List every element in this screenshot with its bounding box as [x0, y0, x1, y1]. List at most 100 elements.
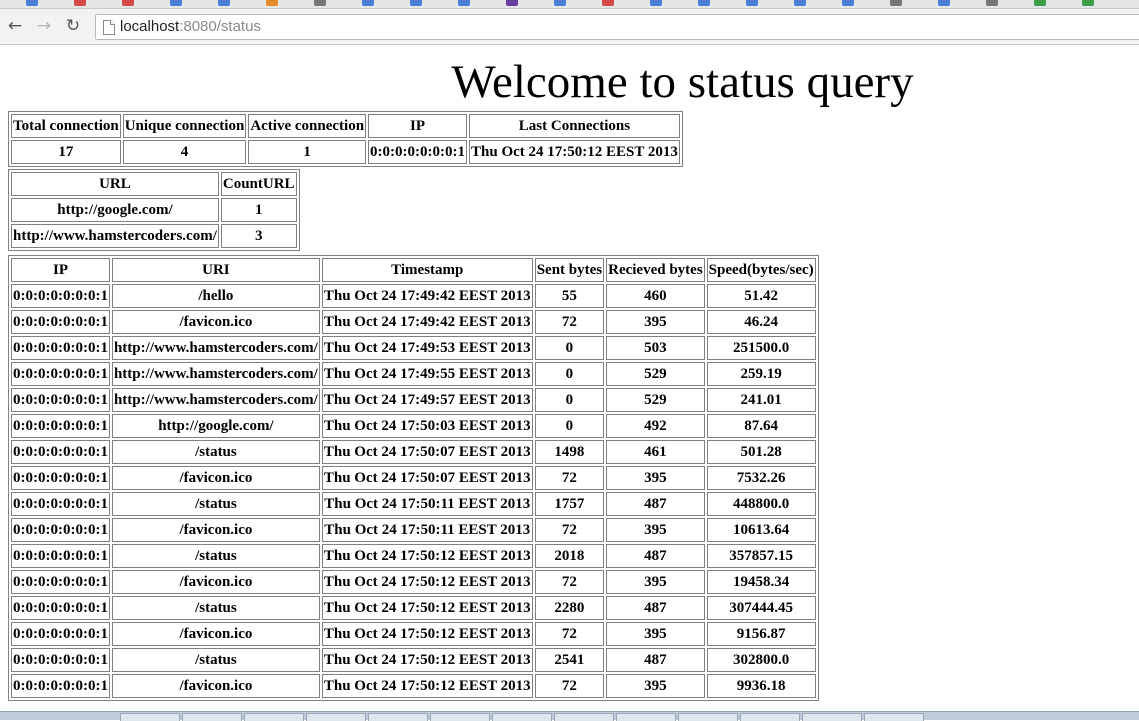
- table-cell: 1: [220, 198, 297, 222]
- bookmark-favicon-icon[interactable]: [506, 0, 518, 6]
- taskbar-button[interactable]: [740, 713, 800, 721]
- url-host: localhost: [120, 18, 180, 35]
- table-row: 0:0:0:0:0:0:0:1/favicon.ico Thu Oct 24 17…: [11, 310, 816, 334]
- url-count-table: URL CountURL http://google.com/1 http://ww…: [8, 169, 300, 251]
- taskbar-button[interactable]: [678, 713, 738, 721]
- url-path: :8080/status: [179, 18, 261, 35]
- table-row: 0:0:0:0:0:0:0:1 http://www.hamstercoders.…: [11, 336, 816, 360]
- taskbar-button[interactable]: [554, 713, 614, 721]
- table-cell: 0:0:0:0:0:0:0:1: [11, 414, 110, 438]
- table-cell: 487: [606, 492, 705, 516]
- bookmark-favicon-icon[interactable]: [1082, 0, 1094, 6]
- taskbar-button[interactable]: [306, 713, 366, 721]
- bookmarks-bar: [0, 0, 1139, 9]
- taskbar-button[interactable]: [802, 713, 862, 721]
- forward-arrow-icon[interactable]: →: [33, 15, 55, 37]
- taskbar-button[interactable]: [864, 713, 924, 721]
- bookmark-favicon-icon[interactable]: [698, 0, 710, 6]
- bookmark-favicon-icon[interactable]: [410, 0, 422, 6]
- table-cell: Thu Oct 24 17:49:42 EEST 2013: [321, 310, 533, 334]
- taskbar-button[interactable]: [182, 713, 242, 721]
- bookmark-favicon-icon[interactable]: [122, 0, 134, 6]
- bookmark-favicon-icon[interactable]: [938, 0, 950, 6]
- table-row: 0:0:0:0:0:0:0:1/favicon.ico Thu Oct 24 17…: [11, 622, 816, 646]
- table-cell: 501.28: [706, 440, 816, 464]
- taskbar-button[interactable]: [616, 713, 676, 721]
- table-cell: 0: [534, 336, 605, 360]
- table-cell: 529: [606, 362, 705, 386]
- table-cell: 357857.15: [706, 544, 816, 568]
- table-cell: 461: [606, 440, 705, 464]
- taskbar-button[interactable]: [120, 713, 180, 721]
- table-row: 0:0:0:0:0:0:0:1/favicon.ico Thu Oct 24 17…: [11, 570, 816, 594]
- address-bar[interactable]: localhost:8080/status: [95, 14, 1139, 40]
- bookmark-favicon-icon[interactable]: [746, 0, 758, 6]
- taskbar-button[interactable]: [430, 713, 490, 721]
- table-cell: 10613.64: [706, 518, 816, 542]
- bookmark-favicon-icon[interactable]: [602, 0, 614, 6]
- table-cell: /status: [111, 440, 320, 464]
- table-cell: 492: [606, 414, 705, 438]
- table-row: 0:0:0:0:0:0:0:1/status Thu Oct 24 17:50:1…: [11, 492, 816, 516]
- table-cell: 487: [606, 544, 705, 568]
- bookmark-favicon-icon[interactable]: [794, 0, 806, 6]
- back-arrow-icon[interactable]: ←: [4, 15, 26, 37]
- table-cell: 460: [606, 284, 705, 308]
- stat-value: 0:0:0:0:0:0:0:1: [368, 140, 468, 164]
- table-cell: 0:0:0:0:0:0:0:1: [11, 336, 110, 360]
- table-cell: Thu Oct 24 17:50:11 EEST 2013: [321, 492, 533, 516]
- table-cell: 19458.34: [706, 570, 816, 594]
- bookmark-favicon-icon[interactable]: [650, 0, 662, 6]
- bookmark-favicon-icon[interactable]: [26, 0, 38, 6]
- table-row: http://www.hamstercoders.com/3: [11, 224, 297, 248]
- table-row: 0:0:0:0:0:0:0:1 http://www.hamstercoders.…: [11, 362, 816, 386]
- table-cell: 259.19: [706, 362, 816, 386]
- stat-value: 4: [122, 140, 247, 164]
- table-cell: 3: [220, 224, 297, 248]
- table-cell: 7532.26: [706, 466, 816, 490]
- table-cell: Thu Oct 24 17:49:53 EEST 2013: [321, 336, 533, 360]
- column-header: CountURL: [220, 172, 297, 196]
- bookmark-favicon-icon[interactable]: [842, 0, 854, 6]
- bookmark-favicon-icon[interactable]: [218, 0, 230, 6]
- reload-icon[interactable]: ↻: [62, 15, 84, 37]
- table-cell: Thu Oct 24 17:49:57 EEST 2013: [321, 388, 533, 412]
- bookmark-favicon-icon[interactable]: [362, 0, 374, 6]
- bookmark-favicon-icon[interactable]: [890, 0, 902, 6]
- column-header: URL: [11, 172, 219, 196]
- bookmark-favicon-icon[interactable]: [266, 0, 278, 6]
- table-cell: 241.01: [706, 388, 816, 412]
- table-row: http://google.com/1: [11, 198, 297, 222]
- table-cell: /favicon.ico: [111, 310, 320, 334]
- table-cell: 0:0:0:0:0:0:0:1: [11, 466, 110, 490]
- bookmark-favicon-icon[interactable]: [170, 0, 182, 6]
- table-cell: 9156.87: [706, 622, 816, 646]
- bookmark-favicon-icon[interactable]: [1034, 0, 1046, 6]
- table-cell: 487: [606, 596, 705, 620]
- taskbar-button[interactable]: [492, 713, 552, 721]
- table-cell: 307444.45: [706, 596, 816, 620]
- table-cell: 9936.18: [706, 674, 816, 698]
- table-row: 0:0:0:0:0:0:0:1 http://google.com/Thu Oct…: [11, 414, 816, 438]
- table-cell: 0: [534, 414, 605, 438]
- table-cell: 0:0:0:0:0:0:0:1: [11, 310, 110, 334]
- bookmark-favicon-icon[interactable]: [314, 0, 326, 6]
- table-cell: /favicon.ico: [111, 570, 320, 594]
- taskbar-button[interactable]: [244, 713, 304, 721]
- stat-value: 1: [248, 140, 367, 164]
- bookmark-favicon-icon[interactable]: [458, 0, 470, 6]
- table-cell: /status: [111, 544, 320, 568]
- bookmark-favicon-icon[interactable]: [986, 0, 998, 6]
- column-header: Speed(bytes/sec): [706, 258, 816, 282]
- column-header: Total connection: [11, 114, 121, 138]
- table-cell: /hello: [111, 284, 320, 308]
- bookmark-favicon-icon[interactable]: [554, 0, 566, 6]
- table-cell: 1498: [534, 440, 605, 464]
- table-row: 0:0:0:0:0:0:0:1/hello Thu Oct 24 17:49:42…: [11, 284, 816, 308]
- table-cell: Thu Oct 24 17:50:12 EEST 2013: [321, 544, 533, 568]
- stats-values-row: 17 4 1 0:0:0:0:0:0:0:1 Thu Oct 24 17:50:12 E…: [11, 140, 680, 164]
- column-header: Sent bytes: [534, 258, 605, 282]
- bookmark-favicon-icon[interactable]: [74, 0, 86, 6]
- taskbar-button[interactable]: [368, 713, 428, 721]
- table-row: 0:0:0:0:0:0:0:1/status Thu Oct 24 17:50:1…: [11, 596, 816, 620]
